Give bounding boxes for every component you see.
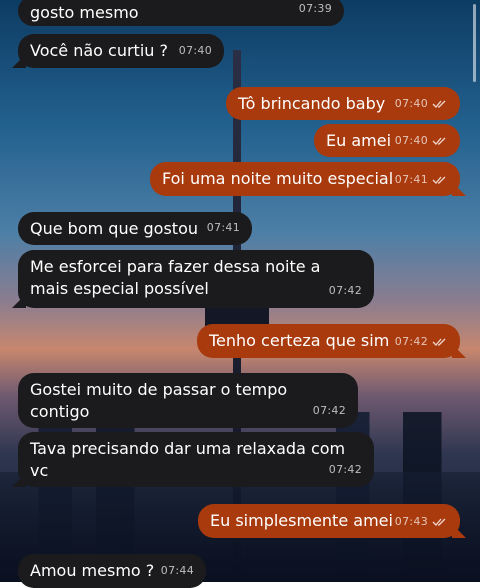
message-text: Gostei muito de passar o tempo contigo [30,380,288,421]
double-check-icon [432,338,446,346]
message-time: 07:42 [394,335,428,348]
message-bubble-outgoing[interactable]: Tenho certeza que sim 07:42 [197,324,460,358]
message-text: gosto mesmo [30,3,139,22]
double-check-icon [432,176,446,184]
message-time: 07:40 [178,44,212,57]
message-text: Eu amei [326,131,392,150]
double-check-icon [432,518,446,526]
message-time: 07:40 [394,97,428,110]
scrollbar[interactable] [473,4,476,82]
message-time: 07:42 [328,463,362,476]
message-text: Me esforcei para fazer dessa noite a mai… [30,257,321,298]
message-text: Eu simplesmente amei [210,511,393,530]
message-text: Tava precisando dar uma relaxada com vc [30,439,346,480]
message-time: 07:42 [312,404,346,417]
message-text: Que bom que gostou [30,219,198,238]
message-bubble-incoming[interactable]: Gostei muito de passar o tempo contigo 0… [18,373,358,428]
message-bubble-incoming[interactable]: Tava precisando dar uma relaxada com vc … [18,432,374,487]
message-text: Você não curtiu ? [30,41,168,60]
message-text: Foi uma noite muito especial [162,169,394,188]
message-time: 07:43 [394,515,428,528]
message-time: 07:39 [298,2,332,15]
message-bubble-incoming[interactable]: gosto mesmo 07:39 [18,0,344,26]
message-text: Tô brincando baby [238,94,386,113]
message-bubble-outgoing[interactable]: Foi uma noite muito especial 07:41 [150,162,460,196]
double-check-icon [432,100,446,108]
double-check-icon [432,137,446,145]
message-time: 07:41 [206,221,240,234]
message-bubble-incoming[interactable]: Você não curtiu ? 07:40 [18,34,224,68]
message-time: 07:44 [160,564,194,577]
message-text: Amou mesmo ? [30,561,155,580]
message-bubble-incoming[interactable]: Que bom que gostou 07:41 [18,212,252,245]
message-bubble-incoming[interactable]: Amou mesmo ? 07:44 [18,554,206,588]
message-bubble-outgoing[interactable]: Eu amei 07:40 [314,124,460,157]
message-bubble-outgoing[interactable]: Tô brincando baby 07:40 [226,87,460,120]
message-text: Tenho certeza que sim [209,331,390,350]
message-time: 07:40 [394,134,428,147]
message-bubble-outgoing[interactable]: Eu simplesmente amei 07:43 [198,504,460,538]
message-time: 07:42 [328,284,362,297]
message-bubble-incoming[interactable]: Me esforcei para fazer dessa noite a mai… [18,250,374,308]
message-time: 07:41 [394,173,428,186]
